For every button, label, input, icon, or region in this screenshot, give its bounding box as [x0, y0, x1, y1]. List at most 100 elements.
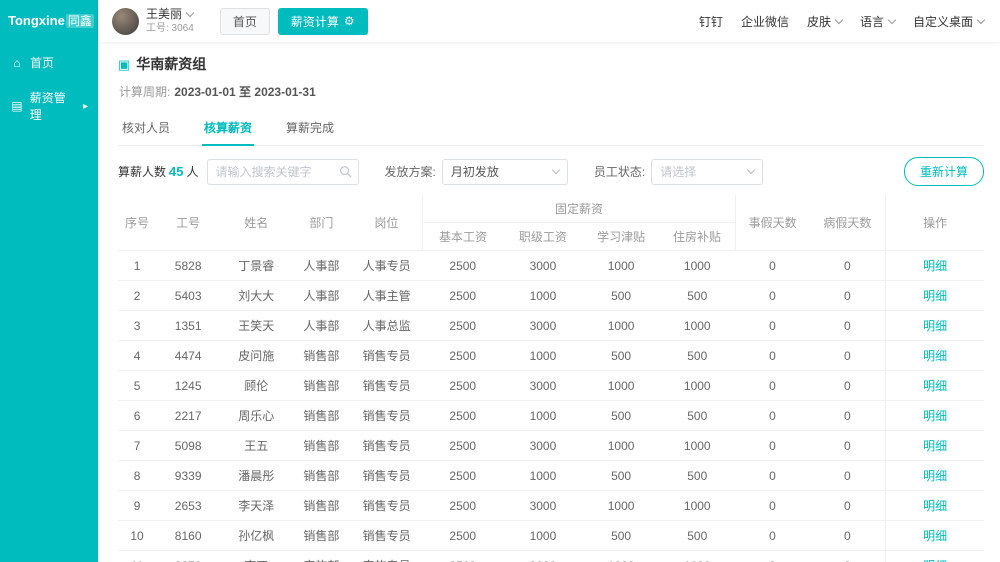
table-cell: 6 — [118, 401, 156, 431]
table-cell: 王笑天 — [220, 311, 292, 341]
table-cell: 500 — [583, 401, 659, 431]
sidebar-item-label: 薪资管理 — [30, 89, 77, 123]
user-name: 王美丽 — [146, 8, 182, 22]
table-cell-actions: 明细 — [886, 341, 984, 371]
table-cell: 3000 — [503, 431, 583, 461]
plan-select[interactable]: 月初发放 — [442, 159, 568, 185]
detail-link[interactable]: 明细 — [923, 529, 947, 543]
table-row: 75098王五销售部销售专员250030001000100000明细 — [118, 431, 984, 461]
col-group-fixed-salary: 固定薪资 — [423, 195, 736, 223]
table-cell: 李四 — [220, 551, 292, 562]
tab-calc-done[interactable]: 算薪完成 — [284, 111, 336, 145]
table-cell: 1000 — [659, 431, 735, 461]
detail-link[interactable]: 明细 — [923, 409, 947, 423]
col-header-personal-leave: 事假天数 — [735, 195, 809, 251]
page-title-row: ▣ 华南薪资组 — [118, 54, 984, 74]
search-box — [207, 159, 359, 185]
table-cell: 500 — [659, 281, 735, 311]
table-cell: 1000 — [659, 251, 735, 281]
header-menu-item[interactable]: 自定义桌面 — [913, 13, 984, 30]
table-cell: 刘大大 — [220, 281, 292, 311]
table-cell: 1 — [118, 251, 156, 281]
filter-bar: 算薪人数 45 人 发放方案: 月初发放 员工状态: 请选择 — [118, 157, 984, 186]
table-cell-actions: 明细 — [886, 431, 984, 461]
table-cell: 2500 — [423, 431, 503, 461]
table-cell: 1000 — [659, 311, 735, 341]
table-cell: 0 — [735, 311, 809, 341]
table-cell: 500 — [583, 521, 659, 551]
col-header-position: 岗位 — [351, 195, 423, 251]
table-cell-actions: 明细 — [886, 491, 984, 521]
table-cell: 500 — [659, 521, 735, 551]
table-cell: 2500 — [423, 491, 503, 521]
detail-link[interactable]: 明细 — [923, 259, 947, 273]
chevron-down-icon — [747, 166, 755, 174]
table-cell: 4474 — [156, 341, 220, 371]
status-label: 员工状态: — [594, 163, 645, 180]
tab-check-staff[interactable]: 核对人员 — [120, 111, 172, 145]
sidebar-item-salary-management[interactable]: ▤ 薪资管理 ▸ — [0, 80, 98, 132]
table-cell: 皮问施 — [220, 341, 292, 371]
table-cell: 2500 — [423, 251, 503, 281]
table-cell: 2500 — [423, 311, 503, 341]
employee-id: 工号: 3064 — [146, 23, 194, 35]
salary-table: 序号 工号 姓名 部门 岗位 固定薪资 事假天数 病假天数 操作 基本工资 职级… — [118, 195, 984, 562]
logo-text-en: Tongxine — [8, 13, 65, 28]
table-cell: 1000 — [583, 251, 659, 281]
chevron-down-icon — [835, 15, 843, 23]
detail-link[interactable]: 明细 — [923, 379, 947, 393]
detail-link[interactable]: 明细 — [923, 289, 947, 303]
workflow-tabs: 核对人员 核算薪资 算薪完成 — [118, 111, 984, 146]
table-cell: 销售专员 — [351, 461, 423, 491]
sidebar-item-home[interactable]: ⌂ 首页 — [0, 45, 98, 80]
status-select[interactable]: 请选择 — [651, 159, 763, 185]
table-cell: 0 — [735, 461, 809, 491]
tab-calc-salary[interactable]: 核算薪资 — [202, 111, 254, 145]
detail-link[interactable]: 明细 — [923, 499, 947, 513]
main-area: 王美丽 工号: 3064 首页 薪资计算 ⚙ 钉钉企业微信皮肤语言自定义桌面 ▣ — [98, 0, 1000, 562]
table-cell: 1000 — [659, 551, 735, 562]
table-cell: 500 — [583, 341, 659, 371]
header-menu-item[interactable]: 语言 — [860, 13, 895, 30]
detail-link[interactable]: 明细 — [923, 469, 947, 483]
header-menu-item-label: 自定义桌面 — [913, 13, 973, 30]
header-menu-item[interactable]: 皮肤 — [807, 13, 842, 30]
avatar[interactable] — [112, 8, 139, 35]
table-row: 44474皮问施销售部销售专员2500100050050000明细 — [118, 341, 984, 371]
table-cell: 1000 — [659, 371, 735, 401]
count-value: 45 — [169, 164, 183, 179]
chevron-down-icon — [977, 15, 985, 23]
tab-home[interactable]: 首页 — [220, 8, 270, 35]
table-cell: 销售部 — [292, 371, 350, 401]
table-cell: 销售部 — [292, 491, 350, 521]
detail-link[interactable]: 明细 — [923, 319, 947, 333]
salary-icon: ▤ — [10, 99, 24, 113]
search-input[interactable] — [207, 159, 359, 185]
table-cell: 10 — [118, 521, 156, 551]
user-name-dropdown[interactable]: 王美丽 — [146, 8, 194, 22]
table-cell: 11 — [118, 551, 156, 562]
header-menu-item[interactable]: 钉钉 — [699, 13, 723, 30]
header-menu-item[interactable]: 企业微信 — [741, 13, 789, 30]
table-cell: 3000 — [503, 491, 583, 521]
table-cell: 500 — [583, 461, 659, 491]
table-cell: 2653 — [156, 491, 220, 521]
table-cell: 4 — [118, 341, 156, 371]
table-cell: 0 — [810, 311, 886, 341]
table-cell: 潘晨彤 — [220, 461, 292, 491]
detail-link[interactable]: 明细 — [923, 439, 947, 453]
table-cell: 销售专员 — [351, 491, 423, 521]
table-cell: 0 — [735, 341, 809, 371]
table-body: 15828丁景睿人事部人事专员250030001000100000明细25403… — [118, 251, 984, 562]
table-cell: 2 — [118, 281, 156, 311]
table-cell: 3000 — [503, 551, 583, 562]
table-cell: 人事部 — [292, 251, 350, 281]
recalculate-button[interactable]: 重新计算 — [904, 157, 984, 186]
table-cell: 2500 — [423, 341, 503, 371]
table-cell: 顾伦 — [220, 371, 292, 401]
table-cell-actions: 明细 — [886, 461, 984, 491]
tab-salary-calc[interactable]: 薪资计算 ⚙ — [278, 8, 368, 35]
logo: Tongxine同鑫 — [0, 0, 98, 45]
table-cell: 0 — [810, 341, 886, 371]
detail-link[interactable]: 明细 — [923, 349, 947, 363]
